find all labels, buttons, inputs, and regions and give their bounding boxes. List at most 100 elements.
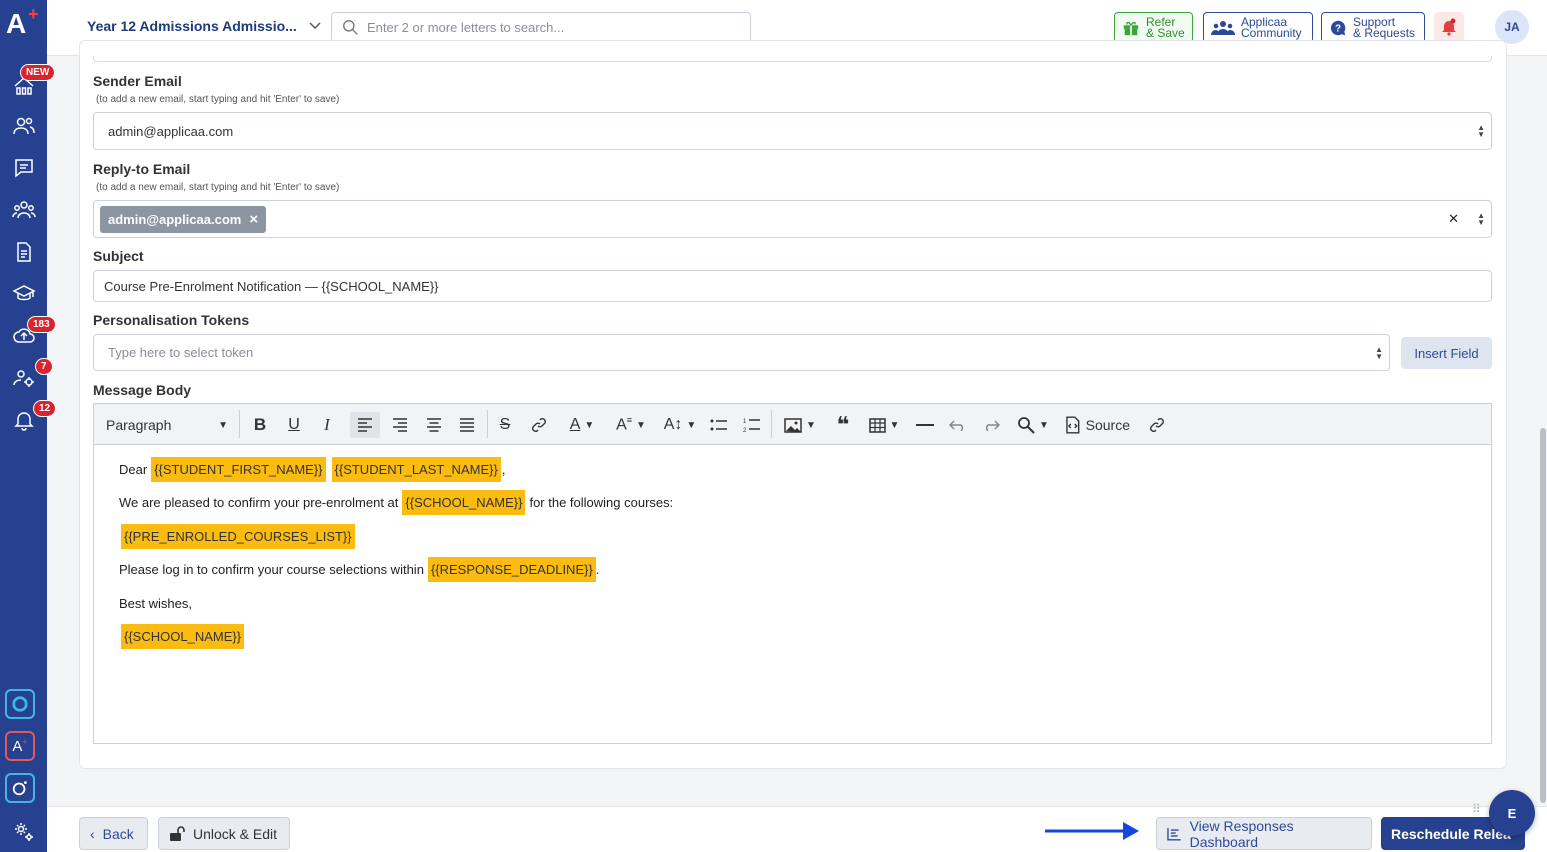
refer-line2: & Save xyxy=(1146,25,1185,40)
reply-to-tag-text: admin@applicaa.com xyxy=(108,211,242,227)
undo-icon xyxy=(949,420,964,431)
horizontal-line-button[interactable] xyxy=(912,412,938,438)
font-size-button[interactable]: A↕ ▼ xyxy=(659,412,701,438)
search-input[interactable] xyxy=(367,19,727,35)
community-button[interactable]: Applicaa Community xyxy=(1203,12,1313,43)
bulleted-list-button[interactable] xyxy=(706,412,732,438)
message-body-label: Message Body xyxy=(93,382,192,398)
token-response-deadline: {{RESPONSE_DEADLINE}} xyxy=(427,557,596,582)
refer-save-button[interactable]: Refer & Save xyxy=(1114,12,1193,43)
nav-messages[interactable] xyxy=(0,148,47,188)
underline-button[interactable]: U xyxy=(280,412,308,438)
find-replace-button[interactable]: ▼ xyxy=(1012,412,1054,438)
app-tile-applicaa[interactable]: A+ xyxy=(5,731,35,761)
strikethrough-button[interactable]: S xyxy=(492,412,518,438)
insert-link-token-button[interactable] xyxy=(1144,412,1170,438)
align-right-button[interactable] xyxy=(386,412,414,438)
user-avatar[interactable]: JA xyxy=(1495,10,1529,44)
nav-users[interactable] xyxy=(0,106,47,146)
select-arrows-icon: ▲ ▼ xyxy=(1477,211,1485,227)
reply-to-select[interactable]: admin@applicaa.com × ✕ ▲ ▼ xyxy=(93,200,1492,238)
support-button[interactable]: ? Support & Requests xyxy=(1321,12,1425,43)
dashboard-label: View Responses Dashboard xyxy=(1189,817,1294,850)
align-justify-button[interactable] xyxy=(453,412,481,438)
bold-button[interactable]: B xyxy=(246,412,274,438)
help-fab-button[interactable]: E xyxy=(1489,790,1535,836)
greeting-line: Dear {{STUDENT_FIRST_NAME}} {{STUDENT_LA… xyxy=(119,457,505,482)
footer-actions: ‹ Back Unlock & Edit View Responses Dash… xyxy=(47,806,1547,852)
subject-input[interactable]: Course Pre-Enrolment Notification — {{SC… xyxy=(93,270,1492,302)
paragraph-format-dropdown[interactable]: Paragraph ▼ xyxy=(106,412,228,438)
blockquote-button[interactable]: ❝ xyxy=(830,412,856,438)
insert-field-button[interactable]: Insert Field xyxy=(1401,337,1492,369)
nav-courses[interactable] xyxy=(0,274,47,314)
scrollbar-thumb[interactable] xyxy=(1540,428,1546,803)
nav-staff-settings[interactable]: 7 xyxy=(0,358,53,398)
nav-settings[interactable] xyxy=(0,812,47,852)
closing-text: Best wishes, xyxy=(119,596,192,611)
support-chat-icon: ? xyxy=(1330,20,1346,35)
courses-line: {{PRE_ENROLLED_COURSES_LIST}} xyxy=(119,524,355,549)
font-family-button[interactable]: A≡ ▼ xyxy=(610,412,652,438)
align-left-icon xyxy=(358,418,372,432)
align-center-icon xyxy=(427,418,441,432)
unlock-edit-button[interactable]: Unlock & Edit xyxy=(158,817,290,850)
app-tile-circle[interactable] xyxy=(5,689,35,719)
strikethrough-icon: S xyxy=(499,416,511,433)
insert-table-button[interactable]: ▼ xyxy=(863,412,905,438)
align-center-button[interactable] xyxy=(420,412,448,438)
italic-button[interactable]: I xyxy=(313,412,341,438)
token-school-name-signature: {{SCHOOL_NAME}} xyxy=(121,624,245,649)
graduation-cap-icon xyxy=(11,285,36,301)
ring-icon xyxy=(12,696,28,712)
horizontal-line-icon xyxy=(916,424,934,426)
back-button[interactable]: ‹ Back xyxy=(79,817,148,850)
align-right-icon xyxy=(393,418,407,432)
numbered-list-button[interactable]: 12 xyxy=(739,412,765,438)
previous-field-edge xyxy=(93,56,1492,62)
nav-notifications[interactable]: 12 xyxy=(0,400,57,440)
link-button[interactable] xyxy=(526,412,552,438)
drag-handle-icon[interactable]: ⠿ xyxy=(1472,803,1481,815)
users-icon xyxy=(12,117,35,135)
select-arrows-icon: ▲ ▼ xyxy=(1477,123,1485,139)
token-first-name: {{STUDENT_FIRST_NAME}} xyxy=(151,457,326,482)
form-selector[interactable]: Year 12 Admissions Admissio... xyxy=(87,18,321,34)
token-select[interactable]: Type here to select token ▲ ▼ xyxy=(93,334,1390,371)
clear-icon[interactable]: ✕ xyxy=(1448,211,1459,227)
app-tile-o[interactable] xyxy=(5,773,35,803)
nav-groups[interactable] xyxy=(0,190,47,230)
unlock-label: Unlock & Edit xyxy=(193,825,278,842)
source-button[interactable]: Source xyxy=(1064,412,1130,438)
align-left-button[interactable] xyxy=(350,412,380,438)
token-placeholder: Type here to select token xyxy=(108,345,254,360)
undo-button[interactable] xyxy=(945,412,971,438)
staff-settings-icon xyxy=(12,370,34,387)
view-responses-dashboard-button[interactable]: View Responses Dashboard xyxy=(1156,817,1372,850)
sender-email-select[interactable]: admin@applicaa.com ▲ ▼ xyxy=(93,112,1492,150)
underline-icon: U xyxy=(288,416,300,433)
notification-button[interactable] xyxy=(1434,12,1464,42)
global-search[interactable] xyxy=(331,12,751,42)
insert-image-button[interactable]: ▼ xyxy=(779,412,821,438)
link-icon xyxy=(1150,418,1164,432)
app-logo[interactable]: A + xyxy=(6,4,42,44)
signature-line: {{SCHOOL_NAME}} xyxy=(119,624,245,649)
nav-documents[interactable] xyxy=(0,232,47,272)
reply-to-label: Reply-to Email xyxy=(93,161,191,177)
tag-remove-icon[interactable]: × xyxy=(249,211,258,228)
sidebar: A + NEW 183 7 12 A+ xyxy=(0,0,57,852)
paragraph-format-value: Paragraph xyxy=(106,417,172,433)
reply-to-hint: (to add a new email, start typing and hi… xyxy=(96,182,340,193)
nav-dashboard[interactable]: NEW xyxy=(0,64,56,106)
chevron-down-icon xyxy=(309,22,321,30)
svg-text:2: 2 xyxy=(743,428,747,433)
greeting-comma: , xyxy=(501,462,506,477)
redo-button[interactable] xyxy=(978,412,1004,438)
editor-content[interactable]: Dear {{STUDENT_FIRST_NAME}} {{STUDENT_LA… xyxy=(94,445,1491,743)
token-courses-list: {{PRE_ENROLLED_COURSES_LIST}} xyxy=(121,524,355,549)
font-color-button[interactable]: A ▼ xyxy=(562,412,602,438)
nav-uploads[interactable]: 183 xyxy=(0,316,56,356)
confirm-line: We are pleased to confirm your pre-enrol… xyxy=(119,490,673,515)
link-icon xyxy=(532,418,546,432)
